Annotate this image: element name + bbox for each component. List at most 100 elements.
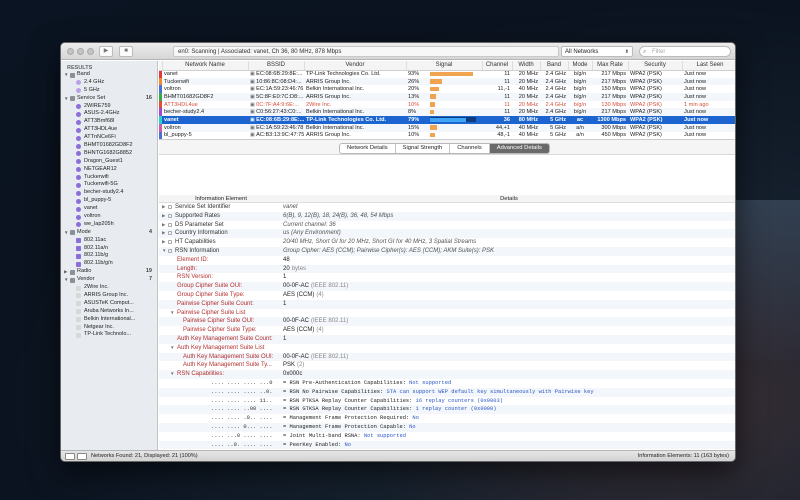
table-row[interactable]: voltron ▣ EC:1A:59:23:46:76 Belkin Interna… <box>159 85 735 94</box>
column-header-max-rate[interactable]: Max Rate <box>592 61 629 71</box>
sidebar-item[interactable]: TP-Link Technolo... <box>61 331 157 339</box>
network-filter-select[interactable]: All Networks ⬍ <box>561 46 633 57</box>
detail-row[interactable]: ▼ RSN Capabilities: 0x000c <box>159 370 735 379</box>
tab-advanced-details[interactable]: Advanced Details <box>489 144 549 154</box>
sidebar-item[interactable]: 2.4 GHz <box>61 79 157 87</box>
sidebar-item[interactable]: bl_puppy-5 <box>61 197 157 205</box>
detail-row[interactable]: Element ID: 48 <box>159 256 735 265</box>
column-header-network-name[interactable]: Network Name <box>162 61 249 71</box>
disclosure-down-icon[interactable]: ▼ <box>170 370 174 379</box>
column-header-width[interactable]: Width <box>512 61 541 71</box>
column-header-signal[interactable]: Signal <box>406 61 483 71</box>
detail-row[interactable]: Auth Key Management Suite OUI: 00-0F-AC (I… <box>159 352 735 362</box>
disclosure-down-icon[interactable]: ▼ <box>170 309 174 318</box>
sidebar-item[interactable]: 802.11a/n <box>61 245 157 253</box>
zoom-window-button[interactable] <box>87 48 94 55</box>
sidebar-item[interactable]: NETGEAR12 <box>61 166 157 174</box>
sidebar-item[interactable]: ATT3HDL4ue <box>61 126 157 134</box>
detail-row[interactable]: .... ..0. .... .... = PeerKey Enabled: No <box>159 440 735 450</box>
sidebar-item[interactable]: BHNTG1682G8852 <box>61 150 157 158</box>
detail-row[interactable]: .... ...0 .... .... = Joint Multi-band RS… <box>159 432 735 441</box>
column-header-bssid[interactable]: BSSID <box>248 61 305 71</box>
detail-row[interactable]: .... .... .... ...0 = RSN Pre-Authenticat… <box>159 379 735 388</box>
sidebar-item[interactable]: Aruba Networks In... <box>61 308 157 316</box>
table-row[interactable]: bl_puppy-5 ▣ AC:B3:13:9C:47:75 ARRIS Group… <box>159 131 735 140</box>
disclosure-down-icon[interactable]: ▼ <box>64 71 68 79</box>
sidebar-item[interactable]: 2Wire Inc. <box>61 284 157 292</box>
sidebar-item[interactable]: ASUS-2.4GHz <box>61 110 157 118</box>
sidebar-group-vendor[interactable]: ▼ Vendor 7 <box>61 276 157 284</box>
sidebar-toggle-icon[interactable] <box>65 453 75 460</box>
close-window-button[interactable] <box>67 48 74 55</box>
sidebar-item[interactable]: vanet <box>61 205 157 213</box>
sidebar-item[interactable]: Netgear Inc. <box>61 324 157 332</box>
sidebar-item[interactable]: 802.11b/g <box>61 252 157 260</box>
tab-channels[interactable]: Channels <box>450 144 490 154</box>
sidebar-item[interactable]: 802.11ac <box>61 237 157 245</box>
sidebar-item[interactable]: BHMT01682GD8F2 <box>61 142 157 150</box>
table-row[interactable]: vanet ▣ EC:08:6B:29:8E:... TP-Link Technol… <box>159 70 735 78</box>
detail-row[interactable]: .... .... 0... .... = Management Frame Pr… <box>159 422 735 432</box>
minimize-window-button[interactable] <box>77 48 84 55</box>
column-header-last-seen[interactable]: Last Seen <box>682 61 735 71</box>
disclosure-down-icon[interactable]: ▼ <box>64 229 68 237</box>
sidebar-item[interactable]: becher-study2.4 <box>61 189 157 197</box>
table-row[interactable]: voltron ▣ EC:1A:59:23:46:78 Belkin Interna… <box>159 123 735 132</box>
table-row[interactable]: Tuckerwifi ▣ 10:86:8C:08:D4:... ARRIS Grou… <box>159 77 735 86</box>
detail-row[interactable]: Group Cipher Suite Type: AES (CCM) (4) <box>159 291 735 300</box>
sidebar-item[interactable]: Tuckerwifi-5G <box>61 181 157 189</box>
sidebar-item[interactable]: Belkin International... <box>61 316 157 324</box>
table-row[interactable]: ATT3HDL4ue ▣ 0C:7F:A4:9:6E:... 2Wire Inc. 1… <box>159 100 735 109</box>
detail-row[interactable]: RSN Version: 1 <box>159 273 735 282</box>
tab-network-details[interactable]: Network Details <box>340 144 396 154</box>
sidebar-item[interactable]: ARRIS Group Inc. <box>61 292 157 300</box>
detail-row[interactable]: Length: 20 bytes <box>159 264 735 274</box>
detail-row[interactable]: ▼ RSN Information Group Cipher: AES (CCM);… <box>159 246 735 256</box>
disclosure-right-icon[interactable]: ▶ <box>64 268 67 276</box>
detail-row[interactable]: ▶ Country Information us (Any Environment) <box>159 229 735 239</box>
disclosure-down-icon[interactable]: ▼ <box>162 247 166 256</box>
sidebar-group-service-set[interactable]: ▼ Service Set 16 <box>61 95 157 103</box>
disclosure-right-icon[interactable]: ▶ <box>162 203 165 212</box>
sidebar-item[interactable]: voltron <box>61 213 157 221</box>
stop-icon[interactable]: ■ <box>119 46 133 57</box>
detail-row[interactable]: .... .... ..00 .... = RSN GTKSA Replay Co… <box>159 405 735 415</box>
disclosure-right-icon[interactable]: ▶ <box>162 229 165 238</box>
detail-row[interactable]: Pairwise Cipher Suite OUI: 00-0F-AC (IEEE … <box>159 317 735 327</box>
detail-row[interactable]: ▶ Service Set Identifier vanet <box>159 203 735 212</box>
detail-row[interactable]: ▶ HT Capabilities 20/40 MHz, Short GI for … <box>159 238 735 247</box>
sidebar-group-radio[interactable]: ▶ Radio 19 <box>61 268 157 276</box>
table-row[interactable]: becher-study2.4 ▣ C0:56:27:43:C0:... Belki… <box>159 108 735 117</box>
sidebar-item[interactable]: Dragon_Guest1 <box>61 158 157 166</box>
disclosure-down-icon[interactable]: ▼ <box>170 344 174 353</box>
sidebar-group-mode[interactable]: ▼ Mode 4 <box>61 229 157 237</box>
sidebar-item[interactable]: 2WIRE759 <box>61 103 157 111</box>
play-icon[interactable]: ▶ <box>99 46 113 57</box>
column-header-channel[interactable]: Channel <box>482 61 513 71</box>
details-col-element[interactable]: Information Element <box>159 195 283 202</box>
column-header-vendor[interactable]: Vendor <box>304 61 407 71</box>
sidebar-item[interactable]: ATTnNCe6Fi <box>61 134 157 142</box>
column-header-security[interactable]: Security <box>628 61 683 71</box>
column-header-mode[interactable]: Mode <box>568 61 593 71</box>
tab-signal-strength[interactable]: Signal Strength <box>396 144 451 154</box>
sidebar-item[interactable]: 802.11b/g/n <box>61 260 157 268</box>
table-row[interactable]: BHMT01682GD8F2 ▣ 5C:8F:E0:7C:D8:... ARRIS … <box>159 93 735 101</box>
detail-row[interactable]: .... .... .... 11.. = RSN PTKSA Replay Co… <box>159 397 735 406</box>
detail-row[interactable]: Pairwise Cipher Suite Type: AES (CCM) (4) <box>159 326 735 335</box>
detail-row[interactable]: ▼ Auth Key Management Suite List <box>159 344 735 353</box>
sidebar-item[interactable]: ATT3Bmf68I <box>61 118 157 126</box>
sidebar-item[interactable]: 5 GHz <box>61 87 157 95</box>
detail-row[interactable]: ▶ Supported Rates 6(B), 9, 12(B), 18, 24(B… <box>159 211 735 221</box>
disclosure-right-icon[interactable]: ▶ <box>162 238 165 247</box>
filter-input[interactable]: ⌕ Filter <box>639 46 731 57</box>
sidebar-item[interactable]: ASUSTeK Comput... <box>61 300 157 308</box>
sidebar-group-band[interactable]: ▼ Band <box>61 71 157 79</box>
disclosure-right-icon[interactable]: ▶ <box>162 221 165 230</box>
detail-row[interactable]: .... .... .0.. .... = Management Frame Pr… <box>159 414 735 423</box>
details-col-details[interactable]: Details <box>283 195 735 202</box>
detail-row[interactable]: Pairwise Cipher Suite Count: 1 <box>159 299 735 309</box>
detail-row[interactable]: Group Cipher Suite OUI: 00-0F-AC (IEEE 802… <box>159 282 735 291</box>
panel-toggle-icon[interactable] <box>77 453 87 460</box>
detail-row[interactable]: ▼ Pairwise Cipher Suite List <box>159 309 735 318</box>
